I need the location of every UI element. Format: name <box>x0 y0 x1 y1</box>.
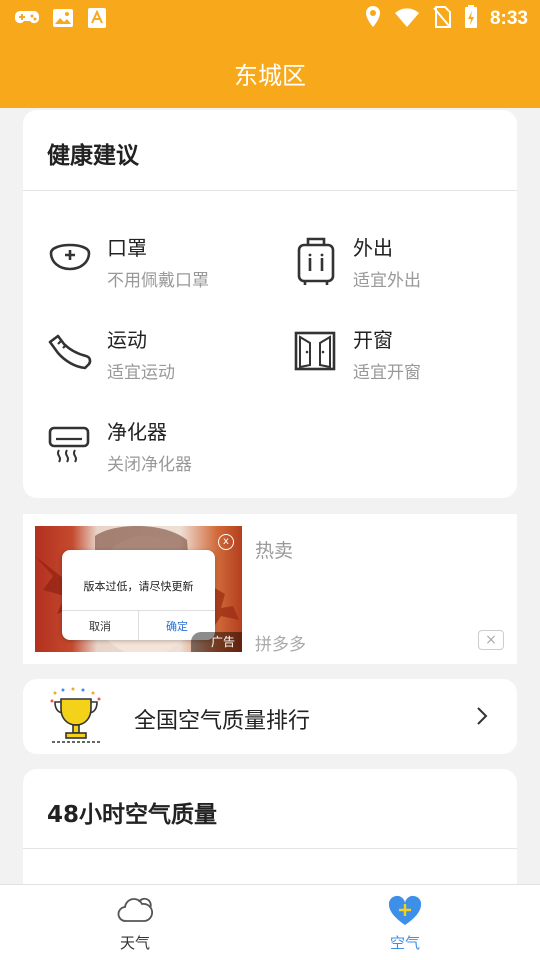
tip-status: 适宜运动 <box>107 363 175 383</box>
tab-label: 天气 <box>119 934 150 952</box>
tab-label: 空气 <box>389 934 420 952</box>
ad-dialog-message: 版本过低，请尽快更新 <box>83 580 194 593</box>
app-header: 东城区 <box>0 38 540 108</box>
image-icon <box>52 7 74 33</box>
game-controller-icon <box>14 6 40 34</box>
ad-badge: 广告 <box>190 632 242 652</box>
air-purifier-icon <box>47 420 93 466</box>
health-advice-title: 健康建议 <box>47 143 139 169</box>
ad-dialog-cancel: 取消 <box>89 620 111 633</box>
tip-window: 开窗 适宜开窗 <box>293 324 513 394</box>
page-title: 东城区 <box>234 62 306 90</box>
tip-mask: 口罩 不用佩戴口罩 <box>47 232 267 302</box>
sneaker-icon <box>47 328 93 374</box>
ad-title[interactable]: 热卖 <box>255 536 293 563</box>
close-icon[interactable]: x <box>218 534 234 550</box>
status-bar-left <box>14 6 108 34</box>
tip-label: 外出 <box>353 236 393 260</box>
hourly-air-quality-title: 48小时空气质量 <box>47 802 218 828</box>
status-time: 8:33 <box>489 8 528 29</box>
ad-banner[interactable]: 版本过低，请尽快更新 取消 确定 x 广告 热卖 拼多多 × <box>23 514 517 664</box>
ad-image[interactable]: 版本过低，请尽快更新 取消 确定 x 广告 <box>35 526 242 652</box>
ranking-label: 全国空气质量排行 <box>134 709 311 734</box>
health-advice-card: 健康建议 口罩 不用佩戴口罩 外出 适宜外出 运动 适宜运动 开窗 适宜开窗 净… <box>23 110 517 498</box>
tip-label: 运动 <box>107 328 147 352</box>
luggage-icon <box>293 236 339 285</box>
chevron-right-icon <box>475 705 489 727</box>
divider <box>23 190 517 191</box>
trophy-icon <box>49 687 103 745</box>
tab-weather[interactable]: 天气 <box>85 885 185 960</box>
battery-charging-icon <box>464 5 478 33</box>
tip-status: 不用佩戴口罩 <box>107 271 209 291</box>
bottom-tab-bar: 天气 空气 <box>0 884 540 960</box>
ad-dismiss-button[interactable]: × <box>478 630 504 650</box>
tip-status: 适宜开窗 <box>353 363 421 383</box>
no-sim-icon <box>432 5 452 33</box>
air-quality-ranking-row[interactable]: 全国空气质量排行 <box>23 679 517 754</box>
heart-plus-icon <box>387 895 423 927</box>
status-bar: 8:33 <box>0 0 540 38</box>
tip-status: 适宜外出 <box>353 271 421 291</box>
tip-purifier: 净化器 关闭净化器 <box>47 416 267 486</box>
ad-update-dialog: 版本过低，请尽快更新 取消 确定 <box>62 550 215 640</box>
wifi-icon <box>394 6 420 32</box>
tip-status: 关闭净化器 <box>107 455 192 475</box>
location-icon <box>364 5 382 33</box>
window-icon <box>293 328 339 374</box>
tip-outing: 外出 适宜外出 <box>293 232 513 302</box>
tip-label: 净化器 <box>107 420 167 444</box>
tab-air[interactable]: 空气 <box>355 885 455 960</box>
mask-icon <box>47 236 93 282</box>
app-store-icon <box>86 7 108 33</box>
divider <box>23 848 517 849</box>
tip-label: 开窗 <box>353 328 393 352</box>
status-bar-right: 8:33 <box>364 5 528 33</box>
tip-exercise: 运动 适宜运动 <box>47 324 267 394</box>
ad-brand: 拼多多 <box>255 635 306 655</box>
tip-label: 口罩 <box>107 236 147 260</box>
cloud-icon <box>117 895 153 927</box>
